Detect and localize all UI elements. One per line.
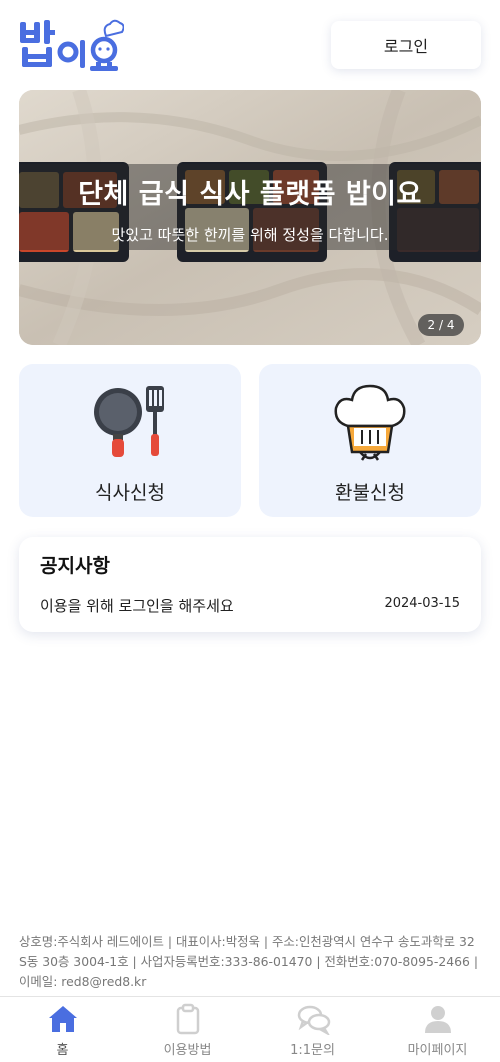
chat-bubbles-icon <box>297 1003 331 1037</box>
login-button[interactable]: 로그인 <box>331 21 481 69</box>
notice-item[interactable]: 이용을 위해 로그인을 해주세요 2024-03-15 <box>40 595 460 617</box>
app-header: 로그인 <box>0 0 500 82</box>
banner-subtitle: 맛있고 따뜻한 한끼를 위해 정성을 다합니다. <box>111 226 389 244</box>
home-icon <box>47 1003 79 1035</box>
bottom-tab-bar: 홈 이용방법 1:1문의 마이페이지 <box>0 996 500 1062</box>
user-icon <box>422 1003 454 1035</box>
tab-home[interactable]: 홈 <box>0 997 125 1062</box>
tab-guide-label: 이용방법 <box>163 1043 212 1058</box>
logo-image <box>20 19 125 71</box>
tab-mypage-label: 마이페이지 <box>407 1043 468 1058</box>
tab-mypage[interactable]: 마이페이지 <box>375 997 500 1062</box>
banner-page-indicator: 2 / 4 <box>418 314 464 336</box>
logo[interactable] <box>18 16 125 74</box>
company-info: 상호명:주식회사 레드에이트 | 대표이사:박정욱 | 주소:인천광역시 연수구… <box>19 934 478 989</box>
clipboard-icon <box>172 1003 204 1035</box>
tab-home-label: 홈 <box>56 1043 69 1058</box>
notice-panel: 공지사항 이용을 위해 로그인을 해주세요 2024-03-15 <box>19 537 481 632</box>
tab-inquiry-label: 1:1문의 <box>290 1043 335 1058</box>
notice-item-text: 이용을 위해 로그인을 해주세요 <box>40 597 234 615</box>
tab-guide[interactable]: 이용방법 <box>125 997 250 1062</box>
refund-request-label: 환불신청 <box>335 482 405 504</box>
meal-request-card[interactable]: 식사신청 <box>19 364 241 517</box>
hero-banner[interactable]: 단체 급식 식사 플랫폼 밥이요 맛있고 따뜻한 한끼를 위해 정성을 다합니다… <box>19 90 481 345</box>
banner-title: 단체 급식 식사 플랫폼 밥이요 <box>78 179 422 210</box>
notice-item-date: 2024-03-15 <box>384 596 460 611</box>
meal-request-label: 식사신청 <box>95 482 165 504</box>
frying-pan-spatula-icon <box>90 382 170 462</box>
refund-request-card[interactable]: 환불신청 <box>259 364 481 517</box>
tab-inquiry[interactable]: 1:1문의 <box>250 997 375 1062</box>
chef-hat-icon <box>330 382 410 462</box>
notice-title: 공지사항 <box>40 555 110 577</box>
